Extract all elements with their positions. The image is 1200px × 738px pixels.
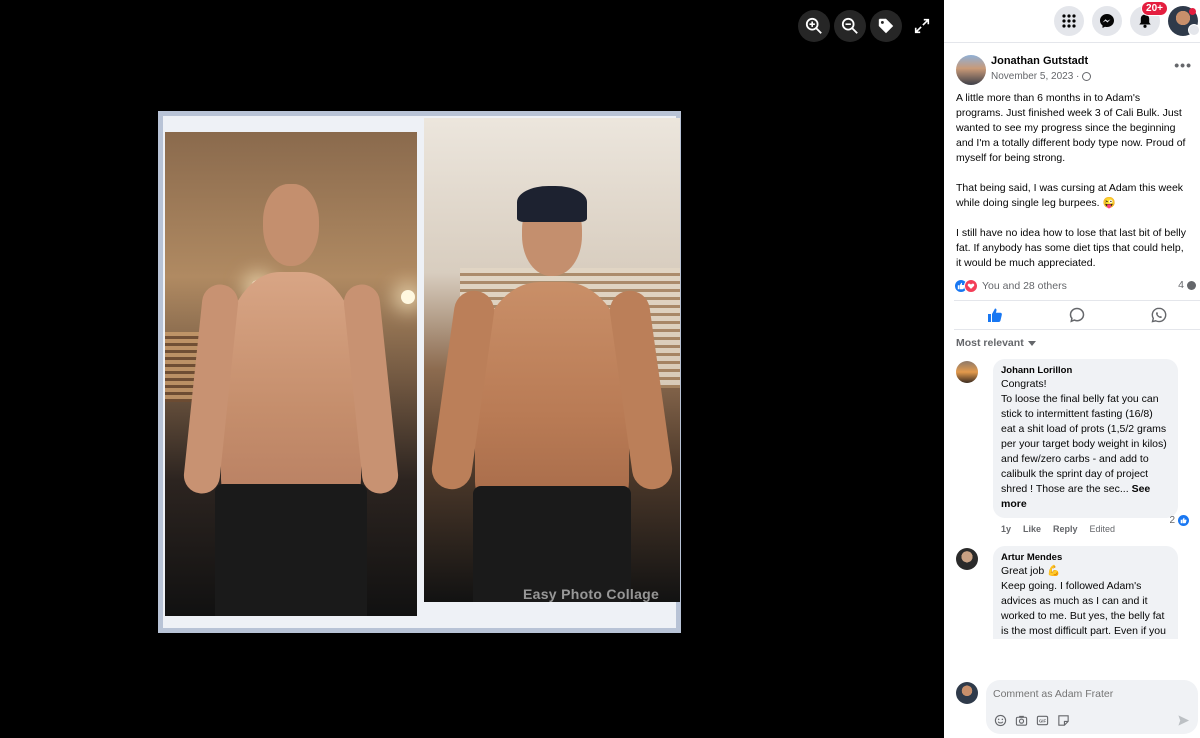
globe-icon: [1082, 72, 1092, 81]
comment-like-count[interactable]: 2: [1169, 514, 1190, 527]
viewer-toolbar: [798, 10, 938, 42]
post-panel: 20+ Jonathan Gutstadt November 5, 2023 ·…: [944, 0, 1200, 738]
love-reaction-icon: [964, 279, 978, 293]
sticker-icon: [1058, 715, 1069, 726]
account-avatar[interactable]: [1168, 6, 1200, 36]
gif-icon: GIF: [1036, 715, 1049, 726]
post-author-name[interactable]: Jonathan Gutstadt: [991, 55, 1088, 67]
comment-item: Artur Mendes Great job 💪 Keep going. I f…: [944, 546, 1200, 639]
camera-button[interactable]: [1015, 714, 1028, 727]
person-before: [181, 184, 401, 616]
current-user-avatar[interactable]: [956, 682, 978, 704]
notification-dot: [1189, 8, 1196, 15]
post-paragraph: That being said, I was cursing at Adam t…: [956, 182, 1184, 209]
more-options-icon[interactable]: •••: [1174, 57, 1192, 73]
post-paragraph: I still have no idea how to lose that la…: [956, 227, 1186, 269]
comment-text: Great job 💪 Keep going. I followed Adam'…: [1001, 565, 1166, 637]
author-avatar[interactable]: [956, 55, 986, 85]
composer-tools: GIF: [994, 714, 1070, 727]
comment-text: Congrats! To loose the final belly fat y…: [1001, 378, 1167, 510]
post-actions: [954, 300, 1200, 330]
commenter-name[interactable]: Johann Lorillon: [1001, 364, 1170, 377]
notification-count-badge: 20+: [1141, 1, 1168, 16]
send-icon: [1178, 715, 1190, 726]
comments-list: Johann Lorillon Congrats! To loose the f…: [944, 355, 1200, 639]
sticker-button[interactable]: [1057, 714, 1070, 727]
menu-button[interactable]: [1054, 6, 1084, 36]
commenter-name[interactable]: Artur Mendes: [1001, 551, 1170, 564]
zoom-out-button[interactable]: [834, 10, 866, 42]
reactions-summary: You and 28 others: [982, 280, 1067, 292]
messenger-icon: [1100, 14, 1114, 28]
comment-item: Johann Lorillon Congrats! To loose the f…: [944, 359, 1200, 542]
comment-box[interactable]: GIF: [986, 680, 1198, 734]
comment-count[interactable]: 4: [1178, 279, 1196, 291]
commenter-avatar[interactable]: [956, 361, 978, 383]
whatsapp-icon: [1151, 307, 1167, 323]
post-body: A little more than 6 months in to Adam's…: [944, 88, 1200, 271]
comment-reply-button[interactable]: Reply: [1053, 524, 1078, 542]
comment-composer: GIF: [944, 678, 1200, 738]
after-photo: [424, 118, 680, 602]
comment-bubble-icon: [1069, 307, 1085, 323]
comment-count-icon: [1187, 280, 1196, 290]
reactions-bar[interactable]: You and 28 others 4: [944, 274, 1200, 298]
comment-input[interactable]: [993, 688, 1173, 700]
comment-like-button[interactable]: Like: [1023, 524, 1041, 542]
comment-bubble: Artur Mendes Great job 💪 Keep going. I f…: [993, 546, 1178, 639]
photo-viewer: Easy Photo Collage: [0, 0, 944, 738]
emoji-icon: [994, 714, 1007, 727]
notifications-button[interactable]: 20+: [1130, 1, 1168, 36]
comment-bubble: Johann Lorillon Congrats! To loose the f…: [993, 359, 1178, 518]
comment-time[interactable]: 1y: [1001, 524, 1011, 542]
commenter-avatar[interactable]: [956, 548, 978, 570]
comment-edited-label[interactable]: Edited: [1090, 524, 1116, 542]
send-button[interactable]: [1177, 714, 1190, 732]
tag-photo-button[interactable]: [870, 10, 902, 42]
photo-collage: Easy Photo Collage: [158, 111, 681, 633]
tag-icon: [878, 18, 894, 34]
camera-icon: [1015, 715, 1028, 726]
collage-watermark: Easy Photo Collage: [523, 586, 660, 602]
caret-down-icon: [1027, 340, 1036, 346]
post-date-text: November 5, 2023 ·: [991, 71, 1080, 82]
chevron-down-icon: [1188, 24, 1200, 36]
post-header: Jonathan Gutstadt November 5, 2023 · •••: [944, 43, 1200, 88]
emoji-button[interactable]: [994, 714, 1007, 727]
fullscreen-icon: [914, 18, 930, 34]
comment-sort-dropdown[interactable]: Most relevant: [944, 330, 1200, 355]
comment-meta: 1y Like Reply Edited 2: [993, 514, 1190, 542]
person-after: [429, 186, 675, 602]
post-date[interactable]: November 5, 2023 ·: [991, 71, 1092, 82]
comment-button[interactable]: [1036, 301, 1118, 329]
like-reaction-icon: [1177, 514, 1190, 527]
like-button[interactable]: [954, 301, 1036, 329]
comment-sort-label: Most relevant: [956, 337, 1024, 349]
top-bar: 20+: [944, 0, 1200, 43]
post-paragraph: A little more than 6 months in to Adam's…: [956, 92, 1186, 164]
grid-menu-icon: [1062, 14, 1076, 28]
fullscreen-button[interactable]: [906, 10, 938, 42]
zoom-out-icon: [841, 17, 858, 34]
svg-text:GIF: GIF: [1039, 719, 1047, 724]
gif-button[interactable]: GIF: [1036, 714, 1049, 727]
zoom-in-button[interactable]: [798, 10, 830, 42]
share-whatsapp-button[interactable]: [1118, 301, 1200, 329]
thumbs-up-icon: [988, 308, 1002, 322]
messenger-button[interactable]: [1092, 6, 1122, 36]
before-photo: [165, 132, 417, 616]
zoom-in-icon: [805, 17, 822, 34]
